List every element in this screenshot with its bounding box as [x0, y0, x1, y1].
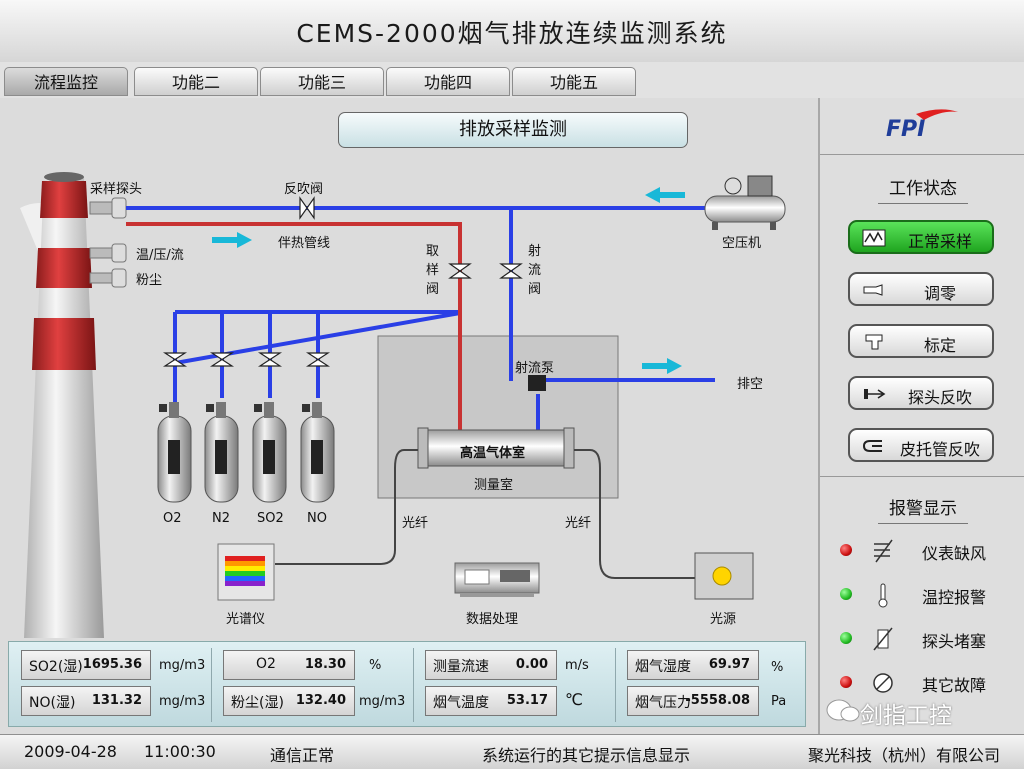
probe-label: 采样探头	[90, 182, 143, 197]
app-title: CEMS-2000烟气排放连续监测系统	[296, 19, 728, 48]
humidity-unit: %	[771, 660, 784, 675]
readout-separator	[413, 648, 414, 722]
pitot-blowback-icon	[862, 440, 882, 452]
spectrometer-label: 光谱仪	[226, 612, 266, 627]
thermometer-icon	[878, 583, 888, 608]
dust-unit: mg/m3	[359, 694, 406, 709]
status-communication: 通信正常	[270, 746, 335, 765]
status-indicator	[840, 544, 852, 556]
status-message: 系统运行的其它提示信息显示	[482, 746, 691, 765]
status-date: 2009-04-28	[24, 742, 117, 761]
no-readout: NO(湿) 131.32	[21, 686, 151, 716]
status-indicator	[840, 632, 852, 644]
dust-readout: 粉尘(湿) 132.40	[223, 686, 355, 716]
sample-valve-label: 取 样 阀	[426, 244, 440, 297]
data-processor-device	[454, 562, 540, 597]
o2-unit: %	[369, 658, 382, 673]
humidity-readout: 烟气湿度 69.97	[627, 650, 759, 680]
pitot-blowback-button[interactable]: 皮托管反吹	[848, 428, 994, 462]
exhaust-label: 排空	[737, 377, 764, 392]
probe-blowback-button[interactable]: 探头反吹	[848, 376, 994, 410]
tab-function-2[interactable]: 功能二	[134, 67, 258, 96]
tab-process-monitor[interactable]: 流程监控	[4, 67, 128, 96]
blocked-probe-icon	[873, 627, 893, 651]
tab-function-3[interactable]: 功能三	[260, 67, 384, 96]
spectrometer-device	[217, 543, 275, 601]
chimney-stack	[20, 172, 104, 638]
pressure-unit: Pa	[771, 694, 787, 709]
o2-readout: O2 18.30	[223, 650, 355, 680]
chamber-label: 测量室	[474, 478, 514, 493]
zero-button[interactable]: 调零	[848, 272, 994, 306]
light-source-device	[694, 552, 754, 600]
so2-unit: mg/m3	[159, 658, 206, 673]
light-source-label: 光源	[710, 612, 737, 627]
jet-pump	[528, 375, 546, 391]
status-time: 11:00:30	[144, 742, 216, 761]
readout-separator	[211, 648, 212, 722]
alarm-title: 报警显示	[878, 494, 968, 524]
air-compressor	[704, 175, 786, 230]
temp-press-flow-label: 温/压/流	[136, 248, 184, 263]
data-processing-label: 数据处理	[466, 612, 519, 627]
compressor-label: 空压机	[722, 236, 762, 251]
flow-unit: m/s	[565, 658, 589, 673]
jet-valve-label: 射 流 阀	[528, 244, 542, 297]
svg-text:FPI: FPI	[886, 117, 925, 142]
chat-bubble-icon	[826, 699, 860, 722]
temp-readout: 烟气温度 53.17	[425, 686, 557, 716]
hand-press-icon	[865, 334, 883, 350]
tab-function-4[interactable]: 功能四	[386, 67, 510, 96]
tab-bar: 流程监控 功能二 功能三 功能四 功能五	[0, 62, 1024, 99]
dust-label: 粉尘	[136, 273, 163, 288]
probe-blowback-icon	[864, 389, 886, 399]
prohibited-icon	[873, 673, 893, 693]
blowback-valve-label: 反吹阀	[284, 182, 324, 197]
tab-function-5[interactable]: 功能五	[512, 67, 636, 96]
normal-sampling-button[interactable]: 正常采样	[848, 220, 994, 254]
gas-cylinders	[157, 402, 335, 503]
watermark: 剑指工控	[820, 694, 1024, 729]
fiber-right-label: 光纤	[565, 516, 592, 531]
heat-line-label: 伴热管线	[278, 236, 331, 251]
title-bar: CEMS-2000烟气排放连续监测系统	[0, 0, 1024, 63]
waveform-icon	[862, 229, 886, 247]
hand-point-icon	[863, 284, 883, 296]
jet-pump-label: 射流泵	[515, 361, 555, 376]
status-indicator	[840, 676, 852, 688]
no-unit: mg/m3	[159, 694, 206, 709]
readout-panel: SO2(湿) 1695.36 mg/m3 NO(湿) 131.32 mg/m3 O2…	[8, 641, 806, 727]
cylinder-n2-label: N2	[212, 511, 230, 526]
air-fault-icon	[874, 539, 893, 563]
calibrate-button[interactable]: 标定	[848, 324, 994, 358]
cylinder-o2-label: O2	[163, 511, 182, 526]
status-indicator	[840, 588, 852, 600]
process-diagram-area: 排放采样监测 采样探头 反吹阀 温/压/流 粉尘 伴热管线 取 样 阀 射 流 …	[0, 98, 818, 734]
heated-cell-label: 高温气体室	[460, 446, 526, 461]
status-company: 聚光科技（杭州）有限公司	[808, 746, 1001, 765]
readout-separator	[615, 648, 616, 722]
panel-divider	[820, 476, 1024, 477]
flow-readout: 测量流速 0.00	[425, 650, 557, 680]
work-status-title: 工作状态	[878, 174, 968, 204]
probe-connectors	[89, 197, 127, 288]
alarm-probe-blocked: 探头堵塞	[840, 624, 1020, 654]
cylinder-so2-label: SO2	[257, 511, 284, 526]
fpi-logo: FPI	[886, 109, 958, 142]
alarm-instrument-air: 仪表缺风	[840, 536, 1020, 566]
logo-area: FPI	[820, 98, 1024, 155]
cylinder-no-label: NO	[307, 511, 327, 526]
fiber-left-label: 光纤	[402, 516, 429, 531]
alarm-temperature: 温控报警	[840, 580, 1020, 610]
section-heading: 排放采样监测	[338, 112, 688, 148]
control-side-panel: FPI 工作状态 正常采样 调零 标定 探头反吹 皮托管反吹 报警显示 仪表缺风…	[818, 98, 1024, 734]
pressure-readout: 烟气压力 -5558.08	[627, 686, 759, 716]
so2-readout: SO2(湿) 1695.36	[21, 650, 151, 680]
status-bar: 2009-04-28 11:00:30 通信正常 系统运行的其它提示信息显示 聚…	[0, 734, 1024, 769]
temp-unit: ℃	[565, 690, 583, 709]
